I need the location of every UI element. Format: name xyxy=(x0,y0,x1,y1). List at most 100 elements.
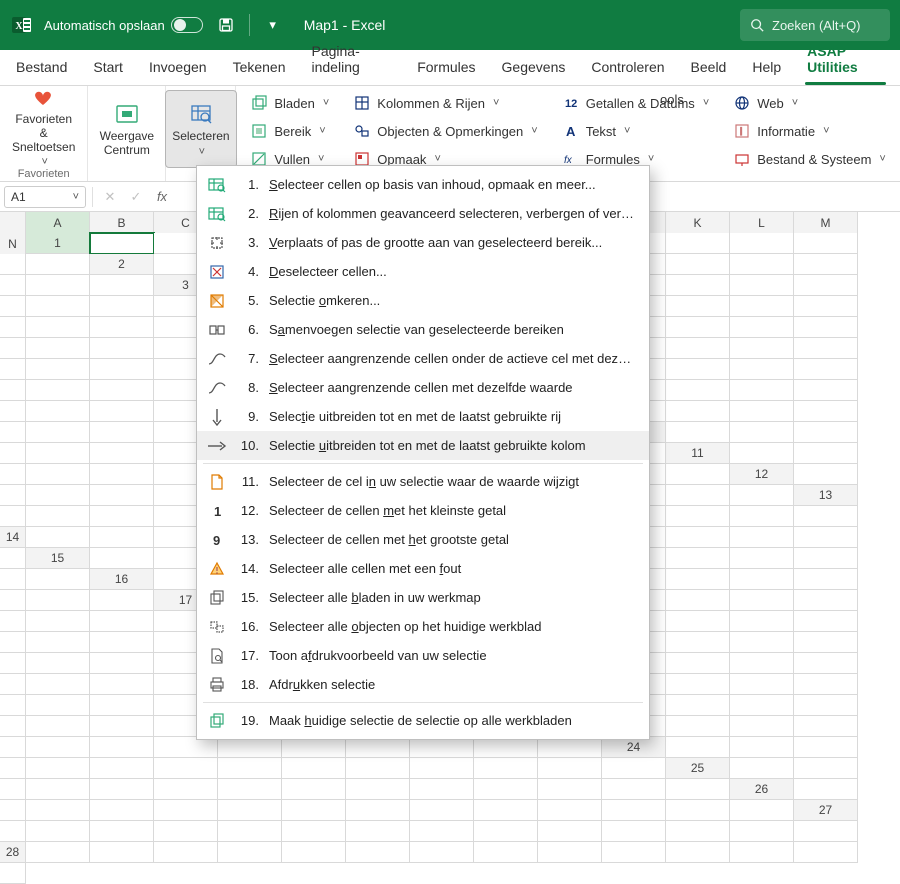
cell[interactable] xyxy=(666,464,730,485)
cell[interactable] xyxy=(730,548,794,569)
cell[interactable] xyxy=(90,548,154,569)
tab-pagina-indeling[interactable]: Pagina-indeling xyxy=(300,35,404,85)
tab-formules[interactable]: Formules xyxy=(405,51,487,85)
cell[interactable] xyxy=(90,737,154,758)
cell[interactable] xyxy=(666,779,730,800)
cell[interactable] xyxy=(794,275,858,296)
cell[interactable] xyxy=(26,800,90,821)
cell[interactable] xyxy=(346,779,410,800)
tab-bestand[interactable]: Bestand xyxy=(4,51,79,85)
cell[interactable] xyxy=(0,632,26,653)
row-header[interactable]: 1 xyxy=(26,233,90,254)
cell[interactable] xyxy=(90,758,154,779)
cell[interactable] xyxy=(26,527,90,548)
cell[interactable] xyxy=(26,506,90,527)
cell[interactable] xyxy=(794,548,858,569)
cell[interactable] xyxy=(26,422,90,443)
cell[interactable] xyxy=(666,401,730,422)
cell[interactable] xyxy=(26,842,90,863)
cell[interactable] xyxy=(26,380,90,401)
cell[interactable] xyxy=(26,464,90,485)
row-header[interactable]: 26 xyxy=(730,779,794,800)
cell[interactable] xyxy=(730,443,794,464)
cell[interactable] xyxy=(538,758,602,779)
cell[interactable] xyxy=(26,275,90,296)
cell[interactable] xyxy=(0,254,26,275)
favorites-button[interactable]: Favorieten & Sneltoetsen ˅ xyxy=(6,90,81,168)
cell[interactable] xyxy=(90,632,154,653)
menu-item[interactable]: 7. Selecteer aangrenzende cellen onder d… xyxy=(197,344,649,373)
cell[interactable] xyxy=(410,758,474,779)
cell[interactable] xyxy=(282,842,346,863)
cell[interactable] xyxy=(26,716,90,737)
cell[interactable] xyxy=(26,590,90,611)
cell[interactable] xyxy=(346,821,410,842)
tab-asap-utilities[interactable]: ASAP Utilities xyxy=(795,35,896,85)
cell[interactable] xyxy=(794,233,858,254)
cell[interactable] xyxy=(794,716,858,737)
cell[interactable] xyxy=(730,569,794,590)
cell[interactable] xyxy=(154,800,218,821)
cell[interactable] xyxy=(730,338,794,359)
cell[interactable] xyxy=(26,338,90,359)
column-header[interactable]: K xyxy=(666,212,730,234)
menu-item[interactable]: 5. Selectie omkeren... xyxy=(197,286,649,315)
cell[interactable] xyxy=(794,569,858,590)
column-header[interactable]: L xyxy=(730,212,794,234)
name-box[interactable]: A1 ˅ xyxy=(4,186,86,208)
cell[interactable] xyxy=(730,296,794,317)
cell[interactable] xyxy=(26,401,90,422)
cell[interactable] xyxy=(218,800,282,821)
cell[interactable] xyxy=(794,296,858,317)
cell[interactable] xyxy=(0,695,26,716)
cell[interactable] xyxy=(410,842,474,863)
cell[interactable] xyxy=(730,695,794,716)
cmd-kolommen-rijen[interactable]: Kolommen & Rijen˅ xyxy=(347,90,543,116)
cell[interactable] xyxy=(730,674,794,695)
cmd-tekst[interactable]: ATekst˅ xyxy=(556,118,716,144)
cell[interactable] xyxy=(90,653,154,674)
cell[interactable] xyxy=(794,506,858,527)
cell[interactable] xyxy=(154,737,218,758)
cell[interactable] xyxy=(90,842,154,863)
cell[interactable] xyxy=(90,527,154,548)
cell[interactable] xyxy=(26,611,90,632)
cell[interactable] xyxy=(666,233,730,254)
cell[interactable] xyxy=(666,695,730,716)
cell[interactable] xyxy=(282,821,346,842)
menu-item[interactable]: 19. Maak huidige selectie de selectie op… xyxy=(197,706,649,735)
cell[interactable] xyxy=(218,758,282,779)
cell[interactable] xyxy=(794,611,858,632)
menu-item[interactable]: 6. Samenvoegen selectie van geselecteerd… xyxy=(197,315,649,344)
cell[interactable] xyxy=(794,380,858,401)
cell[interactable] xyxy=(730,737,794,758)
menu-item[interactable]: 1 12. Selecteer de cellen met het kleins… xyxy=(197,496,649,525)
cell[interactable] xyxy=(538,821,602,842)
cell[interactable] xyxy=(90,380,154,401)
row-header[interactable]: 28 xyxy=(0,842,26,863)
cell[interactable] xyxy=(218,737,282,758)
tab-start[interactable]: Start xyxy=(81,51,135,85)
row-header[interactable]: 12 xyxy=(730,464,794,485)
cell[interactable] xyxy=(26,296,90,317)
cell[interactable] xyxy=(794,422,858,443)
cell[interactable] xyxy=(794,254,858,275)
cell[interactable] xyxy=(730,317,794,338)
cell[interactable] xyxy=(666,275,730,296)
cmd-bladen[interactable]: Bladen˅ xyxy=(244,90,335,116)
cell[interactable] xyxy=(730,653,794,674)
cell[interactable] xyxy=(90,443,154,464)
cell[interactable] xyxy=(666,317,730,338)
cell[interactable] xyxy=(90,464,154,485)
cell[interactable] xyxy=(0,401,26,422)
cell[interactable] xyxy=(282,779,346,800)
cell[interactable] xyxy=(794,821,858,842)
cell[interactable] xyxy=(90,590,154,611)
cell[interactable] xyxy=(730,611,794,632)
cell[interactable] xyxy=(90,422,154,443)
cell[interactable] xyxy=(346,758,410,779)
cell[interactable] xyxy=(538,779,602,800)
cell[interactable] xyxy=(0,716,26,737)
cell[interactable] xyxy=(0,485,26,506)
cell[interactable] xyxy=(794,674,858,695)
